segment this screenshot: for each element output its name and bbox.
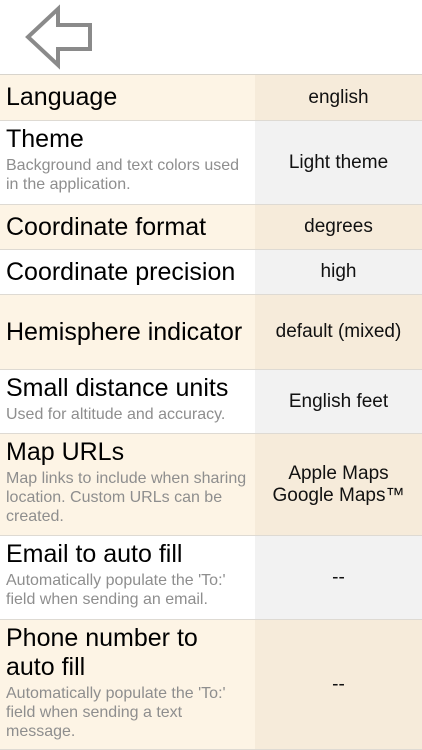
setting-value[interactable]: degrees	[255, 205, 422, 249]
setting-map-urls[interactable]: Map URLs Map links to include when shari…	[0, 434, 422, 536]
setting-value[interactable]: english	[255, 75, 422, 120]
setting-value-line: Google Maps™	[272, 484, 405, 506]
setting-theme-label-cell: Theme Background and text colors used in…	[0, 121, 255, 204]
setting-phone-auto-fill-label-cell: Phone number to auto fill Automatically …	[0, 620, 255, 749]
setting-map-urls-label-cell: Map URLs Map links to include when shari…	[0, 434, 255, 535]
setting-value[interactable]: Light theme	[255, 121, 422, 204]
setting-value[interactable]: --	[255, 620, 422, 749]
setting-small-distance-units[interactable]: Small distance units Used for altitude a…	[0, 370, 422, 434]
setting-language-label-cell: Language	[0, 75, 255, 120]
setting-title: Hemisphere indicator	[6, 317, 243, 346]
header	[0, 0, 422, 74]
setting-value[interactable]: default (mixed)	[255, 295, 422, 369]
setting-email-auto-fill-label-cell: Email to auto fill Automatically populat…	[0, 536, 255, 619]
setting-description: Background and text colors used in the a…	[6, 157, 240, 193]
setting-title: Map URLs	[6, 438, 125, 466]
setting-hemisphere-indicator[interactable]: Hemisphere indicator default (mixed)	[0, 295, 422, 370]
back-arrow-icon	[25, 4, 92, 70]
setting-small-distance-units-label-cell: Small distance units Used for altitude a…	[0, 370, 255, 433]
settings-list: Language english Theme Background and te…	[0, 74, 422, 750]
setting-coordinate-precision-label-cell: Coordinate precision	[0, 250, 255, 294]
setting-description: Used for altitude and accuracy.	[6, 406, 226, 423]
setting-phone-auto-fill[interactable]: Phone number to auto fill Automatically …	[0, 620, 422, 750]
setting-title: Small distance units	[6, 374, 229, 402]
setting-title: Theme	[6, 125, 84, 153]
setting-title: Language	[6, 83, 118, 111]
setting-hemisphere-indicator-label-cell: Hemisphere indicator	[0, 295, 255, 369]
setting-description: Automatically populate the 'To:' field w…	[6, 685, 226, 740]
setting-value-line: Apple Maps	[288, 462, 389, 484]
setting-value[interactable]: high	[255, 250, 422, 294]
setting-description: Map links to include when sharing locati…	[6, 470, 247, 525]
setting-value[interactable]: Apple Maps Google Maps™	[255, 434, 422, 535]
setting-title: Email to auto fill	[6, 540, 183, 568]
setting-description: Automatically populate the 'To:' field w…	[6, 572, 226, 608]
setting-title: Coordinate format	[6, 212, 207, 241]
setting-email-auto-fill[interactable]: Email to auto fill Automatically populat…	[0, 536, 422, 620]
setting-coordinate-precision[interactable]: Coordinate precision high	[0, 250, 422, 295]
setting-title: Coordinate precision	[6, 257, 236, 286]
setting-value[interactable]: --	[255, 536, 422, 619]
setting-coordinate-format-label-cell: Coordinate format	[0, 205, 255, 249]
setting-value[interactable]: English feet	[255, 370, 422, 433]
setting-coordinate-format[interactable]: Coordinate format degrees	[0, 205, 422, 250]
setting-theme[interactable]: Theme Background and text colors used in…	[0, 121, 422, 205]
setting-title: Phone number to auto fill	[6, 624, 198, 681]
setting-language[interactable]: Language english	[0, 75, 422, 121]
back-button[interactable]	[22, 4, 94, 70]
